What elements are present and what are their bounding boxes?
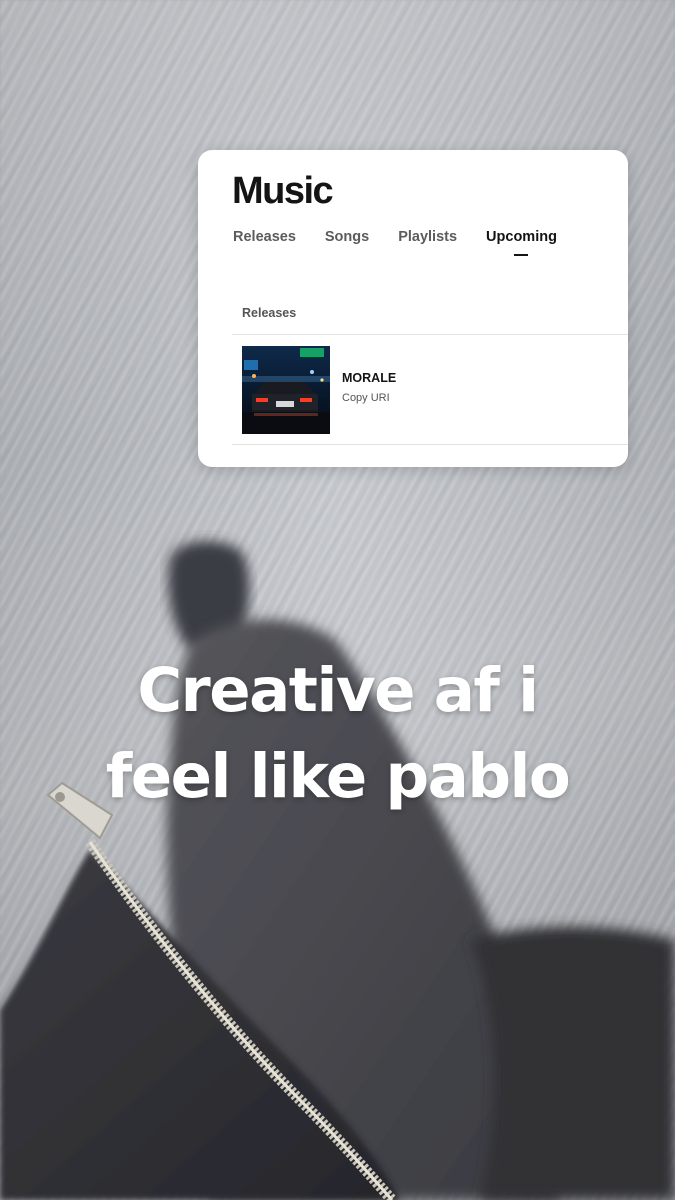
tab-label: Playlists — [398, 229, 458, 245]
tab-playlists[interactable]: Playlists — [398, 229, 457, 245]
caption-line-2: feel like pablo — [105, 741, 571, 812]
tab-bar: Releases Songs Playlists Upcoming — [233, 229, 586, 256]
jacket-right — [470, 926, 675, 1200]
divider — [232, 444, 628, 445]
tab-upcoming[interactable]: Upcoming — [486, 229, 557, 256]
caption-line-1: Creative af i — [137, 655, 539, 726]
tab-songs[interactable]: Songs — [325, 229, 369, 245]
release-row[interactable]: MORALE Copy URI — [242, 346, 628, 434]
tab-label: Releases — [233, 229, 296, 245]
divider — [232, 334, 628, 335]
tab-label: Songs — [324, 229, 370, 245]
release-meta: MORALE Copy URI — [342, 371, 396, 404]
tab-releases[interactable]: Releases — [233, 229, 296, 245]
night-street-car-cover[interactable] — [242, 346, 330, 434]
music-card: Music Releases Songs Playlists Upcoming … — [198, 150, 628, 467]
active-tab-indicator — [514, 254, 529, 256]
copy-uri-link[interactable]: Copy URI — [342, 392, 396, 404]
section-label: Releases — [242, 306, 297, 320]
story-caption: Creative af i feel like pablo — [0, 648, 675, 820]
card-title: Music — [232, 170, 334, 212]
tab-label: Upcoming — [486, 229, 557, 245]
release-title[interactable]: MORALE — [342, 371, 396, 385]
